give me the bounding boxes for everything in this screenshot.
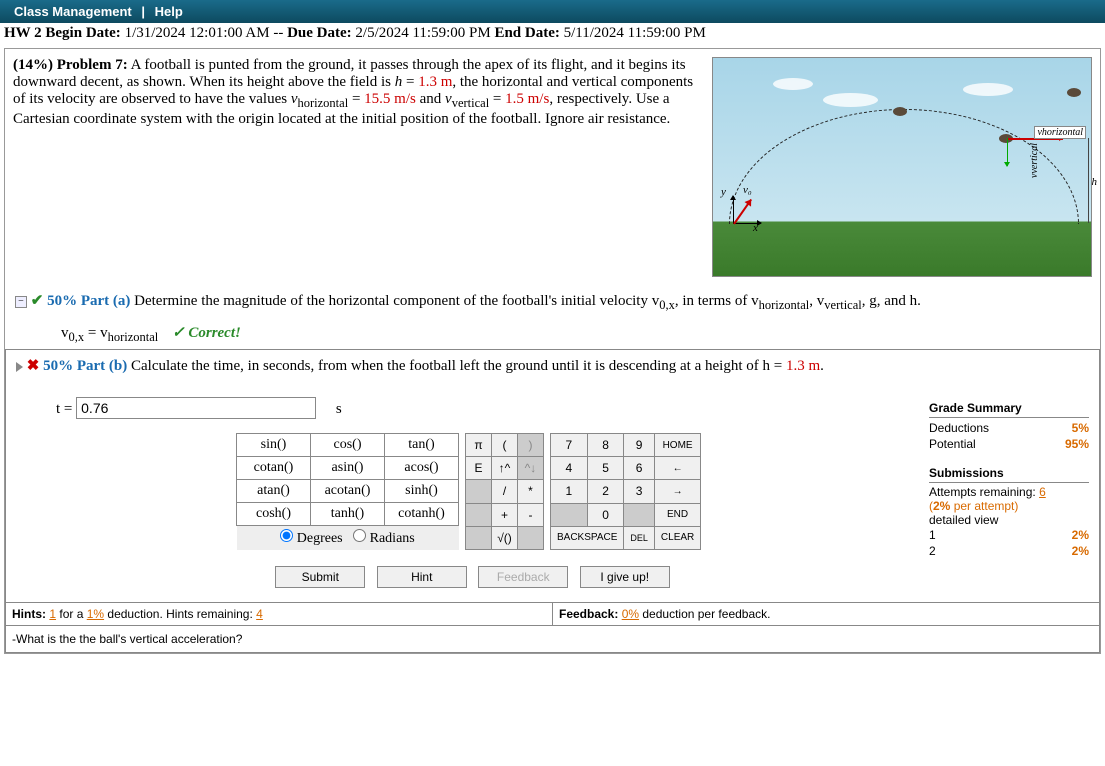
key-9[interactable]: 9 — [624, 434, 655, 457]
hint-button[interactable]: Hint — [377, 566, 467, 588]
problem-container: (14%) Problem 7: A football is punted fr… — [4, 48, 1101, 654]
hint-text: -What is the the ball's vertical acceler… — [6, 625, 1099, 652]
key-backspace[interactable]: BACKSPACE — [551, 526, 624, 549]
giveup-button[interactable]: I give up! — [580, 566, 670, 588]
action-buttons: Submit Hint Feedback I give up! — [16, 554, 929, 596]
symbol-grid: π() E↑^^↓ /* +- √() — [465, 433, 544, 550]
degrees-radio[interactable]: Degrees — [280, 531, 342, 546]
keyboard-area: sin()cos()tan() cotan()asin()acos() atan… — [16, 429, 929, 554]
begin-date: 1/31/2024 12:01:00 AM — [125, 25, 270, 41]
key-3[interactable]: 3 — [624, 480, 655, 503]
fn-tan[interactable]: tan() — [385, 434, 459, 457]
fn-acos[interactable]: acos() — [385, 457, 459, 480]
problem-diagram: y x v₀ vhorizontal vvertical h — [712, 57, 1092, 277]
key-2[interactable]: 2 — [587, 480, 624, 503]
key-lparen[interactable]: ( — [492, 434, 518, 457]
key-end[interactable]: END — [654, 503, 700, 526]
key-clear[interactable]: CLEAR — [654, 526, 700, 549]
football-icon — [893, 107, 907, 116]
key-7[interactable]: 7 — [551, 434, 588, 457]
fn-asin[interactable]: asin() — [311, 457, 385, 480]
key-sqrt[interactable]: √() — [492, 526, 518, 549]
part-a-header: − ✔ 50% Part (a) Determine the magnitude… — [5, 285, 1100, 319]
hints-feedback-row: Hints: 1 for a 1% deduction. Hints remai… — [6, 602, 1099, 625]
fn-tanh[interactable]: tanh() — [311, 503, 385, 526]
feedback-info: Feedback: 0% deduction per feedback. — [553, 603, 1099, 625]
fn-sin[interactable]: sin() — [237, 434, 311, 457]
x-icon: ✖ — [27, 358, 40, 374]
detailed-view-link[interactable]: detailed view — [929, 513, 1089, 527]
key-pow-down[interactable]: ^↓ — [518, 457, 544, 480]
part-b-container: ✖ 50% Part (b) Calculate the time, in se… — [5, 349, 1100, 653]
key-div[interactable]: / — [492, 480, 518, 503]
fn-cotan[interactable]: cotan() — [237, 457, 311, 480]
due-label: Due Date: — [287, 25, 352, 41]
problem-statement: (14%) Problem 7: A football is punted fr… — [13, 57, 712, 277]
football-icon — [1067, 88, 1081, 97]
fn-cosh[interactable]: cosh() — [237, 503, 311, 526]
key-left[interactable]: ← — [654, 457, 700, 480]
class-mgmt-link[interactable]: Class Management — [14, 4, 132, 19]
fn-acotan[interactable]: acotan() — [311, 480, 385, 503]
check-icon: ✔ — [31, 293, 44, 309]
key-8[interactable]: 8 — [587, 434, 624, 457]
due-date: 2/5/2024 11:59:00 PM — [355, 25, 490, 41]
grade-summary: Grade Summary Deductions5% Potential95% … — [929, 387, 1089, 596]
key-6[interactable]: 6 — [624, 457, 655, 480]
key-1[interactable]: 1 — [551, 480, 588, 503]
header-bar: Class Management | Help — [0, 0, 1105, 23]
key-e[interactable]: E — [466, 457, 492, 480]
radians-radio[interactable]: Radians — [353, 531, 415, 546]
feedback-button[interactable]: Feedback — [478, 566, 568, 588]
expand-icon[interactable] — [16, 362, 23, 372]
key-5[interactable]: 5 — [587, 457, 624, 480]
key-4[interactable]: 4 — [551, 457, 588, 480]
fn-atan[interactable]: atan() — [237, 480, 311, 503]
part-b-header: ✖ 50% Part (b) Calculate the time, in se… — [6, 350, 1099, 381]
end-date: 5/11/2024 11:59:00 PM — [564, 25, 706, 41]
answer-input[interactable] — [76, 397, 316, 419]
key-pi[interactable]: π — [466, 434, 492, 457]
header-sep: | — [141, 4, 145, 19]
fn-cotanh[interactable]: cotanh() — [385, 503, 459, 526]
key-right[interactable]: → — [654, 480, 700, 503]
hints-info: Hints: 1 for a 1% deduction. Hints remai… — [6, 603, 553, 625]
submit-button[interactable]: Submit — [275, 566, 365, 588]
key-mul[interactable]: * — [518, 480, 544, 503]
key-plus[interactable]: + — [492, 503, 518, 526]
help-link[interactable]: Help — [155, 4, 183, 19]
answer-input-row: t = s — [16, 387, 929, 429]
key-home[interactable]: HOME — [654, 434, 700, 457]
key-rparen[interactable]: ) — [518, 434, 544, 457]
date-row: HW 2 Begin Date: 1/31/2024 12:01:00 AM -… — [0, 23, 1105, 44]
function-grid: sin()cos()tan() cotan()asin()acos() atan… — [236, 433, 459, 550]
key-pow-up[interactable]: ↑^ — [492, 457, 518, 480]
collapse-icon[interactable]: − — [15, 296, 27, 308]
end-label: End Date: — [494, 25, 559, 41]
key-del[interactable]: DEL — [624, 526, 655, 549]
correct-label: ✓ Correct! — [172, 325, 241, 341]
key-minus[interactable]: - — [518, 503, 544, 526]
hw-begin-label: HW 2 Begin Date: — [4, 25, 121, 41]
key-0[interactable]: 0 — [587, 503, 624, 526]
fn-cos[interactable]: cos() — [311, 434, 385, 457]
part-a-answer: v0,x = vhorizontal ✓ Correct! — [5, 319, 1100, 349]
fn-sinh[interactable]: sinh() — [385, 480, 459, 503]
numpad-grid: 789HOME 456← 123→ 0 END BACKSPACEDELCLEAR — [550, 433, 701, 550]
